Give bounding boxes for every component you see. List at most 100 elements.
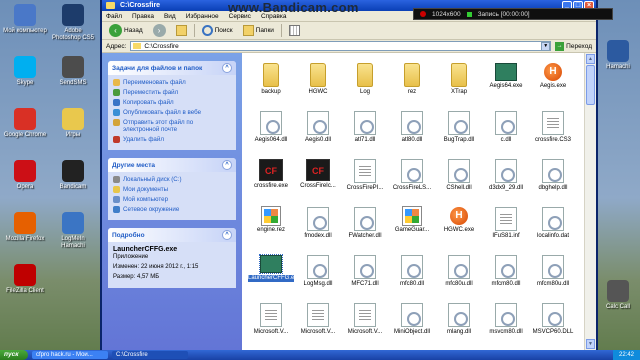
desktop-icon[interactable]: Google Chrome bbox=[2, 108, 48, 139]
task-link[interactable]: Переименовать файл bbox=[113, 79, 231, 86]
file-item[interactable]: CShell.dll bbox=[436, 159, 482, 192]
desktop-icon[interactable]: Adobe Photoshop CS5 bbox=[50, 4, 96, 42]
collapse-icon[interactable]: ^ bbox=[222, 230, 232, 240]
file-item[interactable]: c.dll bbox=[483, 111, 529, 144]
file-item[interactable]: H HGWC.exe bbox=[436, 207, 482, 234]
desktop-icon[interactable]: LogMeIn Hamachi bbox=[50, 212, 96, 250]
scroll-down-icon[interactable]: ▼ bbox=[586, 339, 595, 349]
place-link[interactable]: Мои документы bbox=[113, 186, 231, 193]
go-arrow-icon: → bbox=[555, 41, 565, 51]
folders-button[interactable]: Папки bbox=[240, 24, 277, 37]
start-button[interactable]: пуск bbox=[0, 350, 28, 360]
file-item[interactable]: XTrap bbox=[436, 63, 482, 96]
file-item[interactable]: atl80.dll bbox=[389, 111, 435, 144]
file-item[interactable]: Log bbox=[342, 63, 388, 96]
desktop-icon[interactable]: Opera bbox=[2, 160, 48, 191]
file-item[interactable]: Aegis064.dll bbox=[248, 111, 294, 144]
address-label: Адрес: bbox=[106, 42, 127, 50]
file-item[interactable]: MiniObject.dll bbox=[389, 303, 435, 336]
desktop-icon[interactable]: Mozilla Firefox bbox=[2, 212, 48, 243]
file-item[interactable]: mlang.dll bbox=[436, 303, 482, 336]
menu-item[interactable]: Вид bbox=[164, 13, 176, 20]
file-item[interactable]: BugTrap.dll bbox=[436, 111, 482, 144]
file-item[interactable]: CF CrossFireIc... bbox=[295, 159, 341, 190]
file-item[interactable]: Aegis0.dll bbox=[295, 111, 341, 144]
file-item[interactable]: Aegis64.exe bbox=[483, 63, 529, 90]
desktop-icon[interactable]: Hamachi bbox=[598, 40, 638, 71]
file-item[interactable]: engine.rez bbox=[248, 207, 294, 234]
menu-item[interactable]: Файл bbox=[106, 13, 122, 20]
up-button[interactable] bbox=[173, 24, 190, 37]
file-item[interactable]: mfcm80.dll bbox=[483, 255, 529, 288]
file-item[interactable]: LauncherCFFG.exe bbox=[248, 254, 301, 282]
file-item[interactable]: mfcm80u.dll bbox=[530, 255, 576, 288]
file-item[interactable]: backup bbox=[248, 63, 294, 96]
file-icon bbox=[307, 303, 329, 327]
collapse-icon[interactable]: ^ bbox=[222, 63, 232, 73]
search-button[interactable]: Поиск bbox=[199, 24, 236, 37]
place-link[interactable]: Локальный диск (C:) bbox=[113, 176, 231, 183]
desktop-icon[interactable]: Игры bbox=[50, 108, 96, 139]
file-item[interactable]: d3dx9_29.dll bbox=[483, 159, 529, 192]
go-button[interactable]: → Переход bbox=[555, 41, 592, 51]
task-link[interactable]: Отправить этот файл по электронной почте bbox=[113, 119, 231, 133]
file-item[interactable]: FWatcher.dll bbox=[342, 207, 388, 240]
file-item[interactable]: rez bbox=[389, 63, 435, 96]
file-item[interactable]: mfc80.dll bbox=[389, 255, 435, 288]
file-icon bbox=[448, 159, 470, 183]
file-item[interactable]: CrossFirePI... bbox=[342, 159, 388, 192]
desktop-icon[interactable]: Bandicam bbox=[50, 160, 96, 191]
scroll-thumb[interactable] bbox=[586, 65, 595, 105]
file-name: CrossFirePI... bbox=[346, 185, 384, 191]
desktop-icon[interactable]: FileZilla Client bbox=[2, 264, 48, 295]
file-item[interactable]: H Aegis.exe bbox=[530, 63, 576, 90]
file-item[interactable]: dbghelp.dll bbox=[530, 159, 576, 192]
desktop-icon[interactable]: Skype bbox=[2, 56, 48, 87]
file-item[interactable]: msvcm80.dll bbox=[483, 303, 529, 336]
collapse-icon[interactable]: ^ bbox=[222, 160, 232, 170]
task-link[interactable]: Удалить файл bbox=[113, 136, 231, 143]
file-item[interactable]: Microsoft.V... bbox=[248, 303, 294, 336]
scroll-up-icon[interactable]: ▲ bbox=[586, 54, 595, 64]
other-places-header[interactable]: Другие места ^ bbox=[108, 158, 236, 172]
file-item[interactable]: CF crossfire.exe bbox=[248, 159, 294, 190]
file-item[interactable]: mfc80u.dll bbox=[436, 255, 482, 288]
file-item[interactable]: HGWC bbox=[295, 63, 341, 96]
file-item[interactable]: CrossFireLS... bbox=[389, 159, 435, 192]
task-link[interactable]: Копировать файл bbox=[113, 99, 231, 106]
place-icon bbox=[113, 206, 120, 213]
file-item[interactable]: LogMsg.dll bbox=[295, 255, 341, 288]
place-link[interactable]: Сетевое окружение bbox=[113, 206, 231, 213]
menu-item[interactable]: Избранное bbox=[186, 13, 219, 20]
place-link[interactable]: Мой компьютер bbox=[113, 196, 231, 203]
file-item[interactable]: fmodex.dll bbox=[295, 207, 341, 240]
file-item[interactable]: crossfire.CS3 bbox=[530, 111, 576, 144]
back-button[interactable]: ‹ Назад bbox=[106, 23, 146, 38]
file-item[interactable]: MSVCP60.DLL bbox=[530, 303, 576, 336]
desktop-icon[interactable]: SendSMS bbox=[50, 56, 96, 87]
photoshop-icon bbox=[62, 4, 84, 26]
menu-item[interactable]: Правка bbox=[132, 13, 154, 20]
vertical-scrollbar[interactable]: ▲ ▼ bbox=[584, 53, 596, 350]
address-dropdown-icon[interactable]: ▼ bbox=[541, 41, 551, 51]
details-header[interactable]: Подробно ^ bbox=[108, 228, 236, 242]
taskbar-item-browser[interactable]: cfpro hack.ru - Мои... bbox=[32, 351, 108, 359]
taskbar-item-explorer[interactable]: C:\Crossfire bbox=[112, 351, 188, 359]
file-name: Aegis0.dll bbox=[304, 137, 331, 143]
file-item[interactable]: Microsoft.V... bbox=[295, 303, 341, 336]
address-input[interactable]: C:\Crossfire ▼ bbox=[130, 41, 552, 51]
views-button[interactable] bbox=[286, 24, 303, 37]
file-item[interactable]: Microsoft.V... bbox=[342, 303, 388, 336]
file-item[interactable]: GameGuar... bbox=[389, 207, 435, 234]
desktop-icon[interactable]: Мой компьютер bbox=[2, 4, 48, 35]
file-item[interactable]: IFuS81.inf bbox=[483, 207, 529, 240]
file-item[interactable]: MFC71.dll bbox=[342, 255, 388, 288]
file-name: engine.rez bbox=[256, 227, 286, 233]
task-link[interactable]: Переместить файл bbox=[113, 89, 231, 96]
file-item[interactable]: localinfo.dat bbox=[530, 207, 576, 240]
file-tasks-header[interactable]: Задачи для файлов и папок ^ bbox=[108, 61, 236, 75]
forward-button[interactable]: › bbox=[150, 23, 169, 38]
desktop-icon[interactable]: Calc Call bbox=[598, 280, 638, 311]
task-link[interactable]: Опубликовать файл в вебе bbox=[113, 109, 231, 116]
file-item[interactable]: atl71.dll bbox=[342, 111, 388, 144]
